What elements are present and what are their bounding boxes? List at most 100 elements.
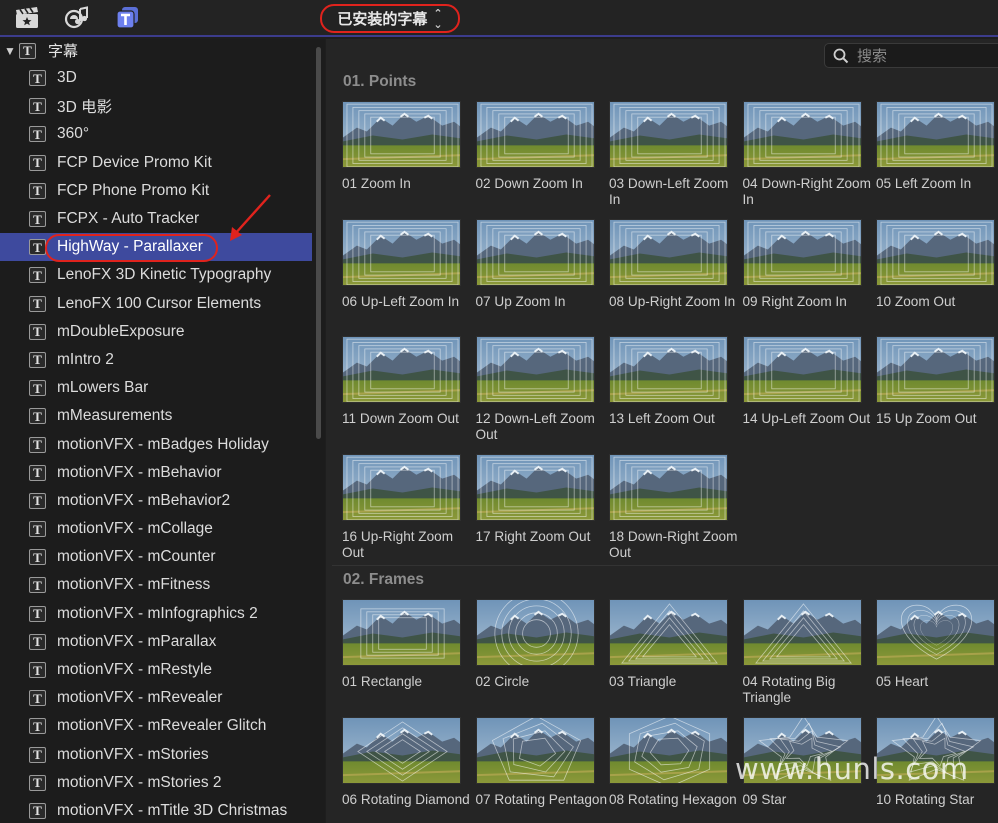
sidebar-item[interactable]: TmotionVFX - mStories	[0, 741, 312, 769]
thumbnail-image[interactable]	[876, 218, 995, 286]
thumbnail-image[interactable]	[609, 218, 728, 286]
sidebar-item[interactable]: TmotionVFX - mStories 2	[0, 769, 312, 797]
title-thumbnail-tile[interactable]: 10 Zoom Out	[876, 218, 996, 310]
thumbnail-image[interactable]	[609, 336, 728, 403]
sidebar-item[interactable]: TmotionVFX - mRestyle	[0, 656, 312, 684]
thumbnail-image[interactable]	[742, 336, 862, 403]
sidebar-item[interactable]: TmotionVFX - mCounter	[0, 543, 312, 571]
title-thumbnail-tile[interactable]: 16 Up-Right Zoom Out	[342, 453, 462, 561]
thumbnail-image[interactable]	[609, 101, 728, 168]
sidebar-item[interactable]: TmotionVFX - mBehavior	[0, 459, 312, 487]
title-thumbnail-tile[interactable]: 15 Up Zoom Out	[876, 336, 996, 427]
sidebar-item[interactable]: TmIntro 2	[0, 346, 312, 374]
title-thumbnail-tile[interactable]: 06 Rotating Diamond	[342, 716, 470, 808]
sidebar-item[interactable]: TmotionVFX - mBadges Holiday	[0, 430, 312, 458]
sidebar-item[interactable]: T 3D 电影	[0, 92, 312, 120]
sidebar-list: T 3D T 3D 电影 T 360° T FCP Device Promo Kit T FCP …	[0, 64, 312, 823]
sidebar-item[interactable]: T LenoFX 3D Kinetic Typography	[0, 261, 312, 289]
title-thumbnail-tile[interactable]: 08 Rotating Hexagon	[609, 716, 737, 808]
clapper-star-icon[interactable]	[14, 6, 40, 30]
titles-icon[interactable]	[115, 6, 141, 30]
thumbnail-image[interactable]	[876, 599, 995, 666]
title-t-icon: T	[29, 521, 46, 538]
thumbnail-image[interactable]	[475, 716, 595, 784]
chevron-updown-icon: ⌃ ⌄	[433, 6, 443, 31]
sidebar-item[interactable]: T 360°	[0, 120, 312, 148]
sidebar-item[interactable]: TmMeasurements	[0, 402, 312, 430]
thumbnail-image[interactable]	[475, 599, 595, 666]
title-thumbnail-tile[interactable]: 14 Up-Left Zoom Out	[742, 336, 870, 427]
sidebar-item-label: mDoubleExposure	[57, 322, 185, 340]
thumbnail-image[interactable]	[742, 599, 862, 666]
title-thumbnail-tile[interactable]: 13 Left Zoom Out	[609, 336, 729, 427]
disclosure-triangle-icon[interactable]: ▼	[4, 44, 16, 58]
search-field[interactable]	[824, 43, 998, 68]
title-thumbnail-tile[interactable]: 12 Down-Left Zoom Out	[475, 336, 596, 443]
title-thumbnail-tile[interactable]: 07 Rotating Pentagon	[475, 716, 607, 808]
thumbnail-image[interactable]	[475, 101, 595, 168]
sidebar-item[interactable]: TmotionVFX - mInfographics 2	[0, 600, 312, 628]
thumbnail-image[interactable]	[342, 101, 461, 168]
sidebar-item[interactable]: TmotionVFX - mRevealer	[0, 684, 312, 712]
sidebar-item[interactable]: T LenoFX 100 Cursor Elements	[0, 290, 312, 318]
title-thumbnail-tile[interactable]: 06 Up-Left Zoom In	[342, 218, 462, 310]
thumbnail-image[interactable]	[609, 716, 728, 784]
thumbnail-image[interactable]	[609, 599, 728, 666]
sidebar-item-label: motionVFX - mTitle 3D Christmas	[57, 801, 288, 819]
title-t-icon: T	[29, 492, 46, 509]
library-dropdown-label: 已安装的字幕	[337, 10, 428, 28]
sidebar-item[interactable]: TmotionVFX - mParallax	[0, 628, 312, 656]
thumbnail-image[interactable]	[742, 218, 862, 286]
thumbnail-image[interactable]	[475, 218, 595, 286]
sidebar-item[interactable]: T FCP Phone Promo Kit	[0, 177, 312, 205]
sidebar-item[interactable]: T 3D	[0, 64, 312, 92]
title-thumbnail-tile[interactable]: 04 Down-Right Zoom In	[742, 101, 871, 208]
thumbnail-label: 04 Down-Right Zoom In	[742, 176, 871, 207]
title-thumbnail-tile[interactable]: 03 Down-Left Zoom In	[609, 101, 729, 208]
sidebar-item[interactable]: TmLowers Bar	[0, 374, 312, 402]
sidebar-item[interactable]: TmotionVFX - mRevealer Glitch	[0, 712, 312, 740]
thumbnail-label: 12 Down-Left Zoom Out	[475, 411, 595, 442]
title-thumbnail-tile[interactable]: 04 Rotating Big Triangle	[742, 599, 863, 706]
thumbnail-label: 08 Up-Right Zoom In	[609, 293, 736, 309]
thumbnail-image[interactable]	[342, 453, 461, 521]
title-thumbnail-tile[interactable]: 05 Left Zoom In	[876, 101, 996, 192]
title-thumbnail-tile[interactable]: 17 Right Zoom Out	[475, 453, 596, 545]
title-thumbnail-tile[interactable]: 08 Up-Right Zoom In	[609, 218, 735, 310]
title-thumbnail-tile[interactable]: 05 Heart	[876, 599, 996, 690]
library-dropdown[interactable]: 已安装的字幕 ⌃ ⌄	[320, 4, 460, 33]
thumbnail-image[interactable]	[475, 453, 595, 521]
title-thumbnail-tile[interactable]: 01 Zoom In	[342, 101, 462, 192]
sidebar-item[interactable]: TmotionVFX - mTitle 3D Christmas	[0, 797, 312, 823]
sidebar-item-label: LenoFX 3D Kinetic Typography	[57, 266, 272, 284]
thumbnail-image[interactable]	[742, 101, 862, 168]
sidebar-item[interactable]: TmotionVFX - mCollage	[0, 515, 312, 543]
sidebar-item[interactable]: TmotionVFX - mFitness	[0, 571, 312, 599]
thumbnail-image[interactable]	[342, 599, 461, 666]
search-input[interactable]	[857, 46, 997, 65]
thumbnail-image[interactable]	[609, 453, 728, 521]
thumbnail-image[interactable]	[342, 218, 461, 286]
photos-music-icon[interactable]	[64, 6, 90, 30]
thumbnail-image[interactable]	[342, 336, 461, 403]
title-thumbnail-tile[interactable]: 02 Circle	[475, 599, 596, 690]
title-thumbnail-tile[interactable]: 09 Right Zoom In	[742, 218, 863, 310]
title-thumbnail-tile[interactable]: 01 Rectangle	[342, 599, 462, 690]
title-thumbnail-tile[interactable]: 07 Up Zoom In	[475, 218, 596, 310]
thumbnail-image[interactable]	[876, 101, 995, 168]
sidebar-scrollbar[interactable]	[316, 47, 321, 439]
title-thumbnail-tile[interactable]: 11 Down Zoom Out	[342, 336, 462, 427]
thumbnail-image[interactable]	[475, 336, 595, 403]
sidebar-header-titles[interactable]: ▼ T 字幕	[4, 39, 78, 62]
thumbnail-label: 06 Rotating Diamond	[342, 791, 470, 807]
title-thumbnail-tile[interactable]: 02 Down Zoom In	[475, 101, 596, 192]
sidebar-item[interactable]: T FCPX - Auto Tracker	[0, 205, 312, 233]
thumbnail-image[interactable]	[876, 336, 995, 403]
sidebar-item[interactable]: T FCP Device Promo Kit	[0, 149, 312, 177]
sidebar-item[interactable]: T HighWay - Parallaxer	[0, 233, 312, 263]
sidebar-item[interactable]: TmDoubleExposure	[0, 318, 312, 346]
sidebar-item[interactable]: TmotionVFX - mBehavior2	[0, 487, 312, 515]
title-thumbnail-tile[interactable]: 18 Down-Right Zoom Out	[609, 453, 737, 561]
title-thumbnail-tile[interactable]: 03 Triangle	[609, 599, 729, 690]
thumbnail-image[interactable]	[342, 716, 461, 784]
